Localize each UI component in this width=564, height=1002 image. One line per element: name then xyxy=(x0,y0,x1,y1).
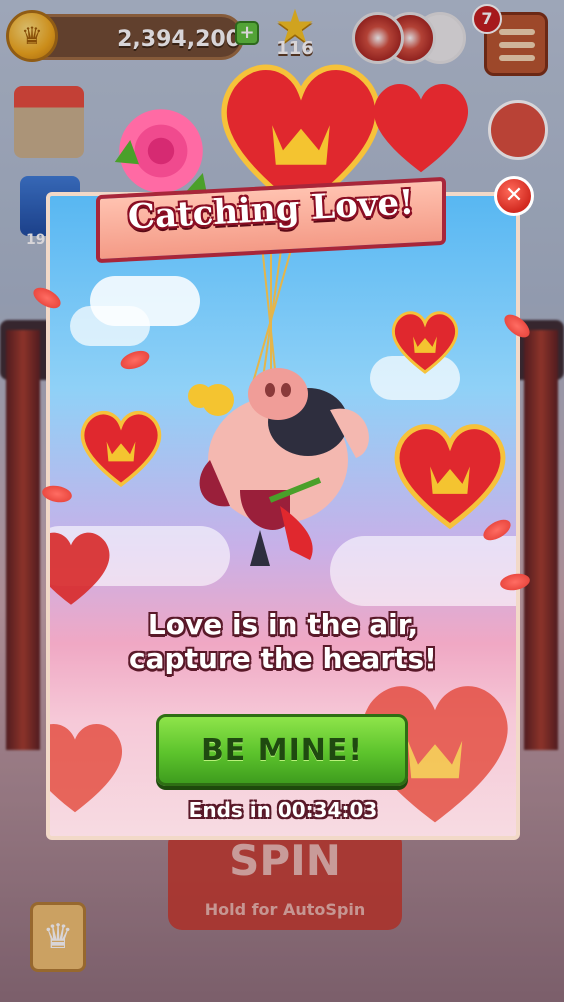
heart-balloon-icon xyxy=(388,304,462,378)
cloud xyxy=(70,306,150,346)
event-title-banner: Catching Love! xyxy=(76,64,470,276)
event-timer: Ends in 00:34:03 xyxy=(188,798,378,822)
close-button[interactable]: ✕ xyxy=(494,176,534,216)
event-headline: Love is in the air, capture the hearts! xyxy=(46,608,520,676)
heart-balloon-icon xyxy=(388,412,512,536)
heart-balloon-icon xyxy=(50,512,116,622)
close-icon: ✕ xyxy=(504,183,524,208)
heart-balloon-icon xyxy=(76,402,166,492)
headline-line-2: capture the hearts! xyxy=(129,642,437,675)
flying-pig-character xyxy=(170,330,390,580)
be-mine-button[interactable]: BE MINE! xyxy=(156,714,408,786)
heart-balloon-icon xyxy=(366,66,476,186)
headline-line-1: Love is in the air, xyxy=(147,608,419,641)
